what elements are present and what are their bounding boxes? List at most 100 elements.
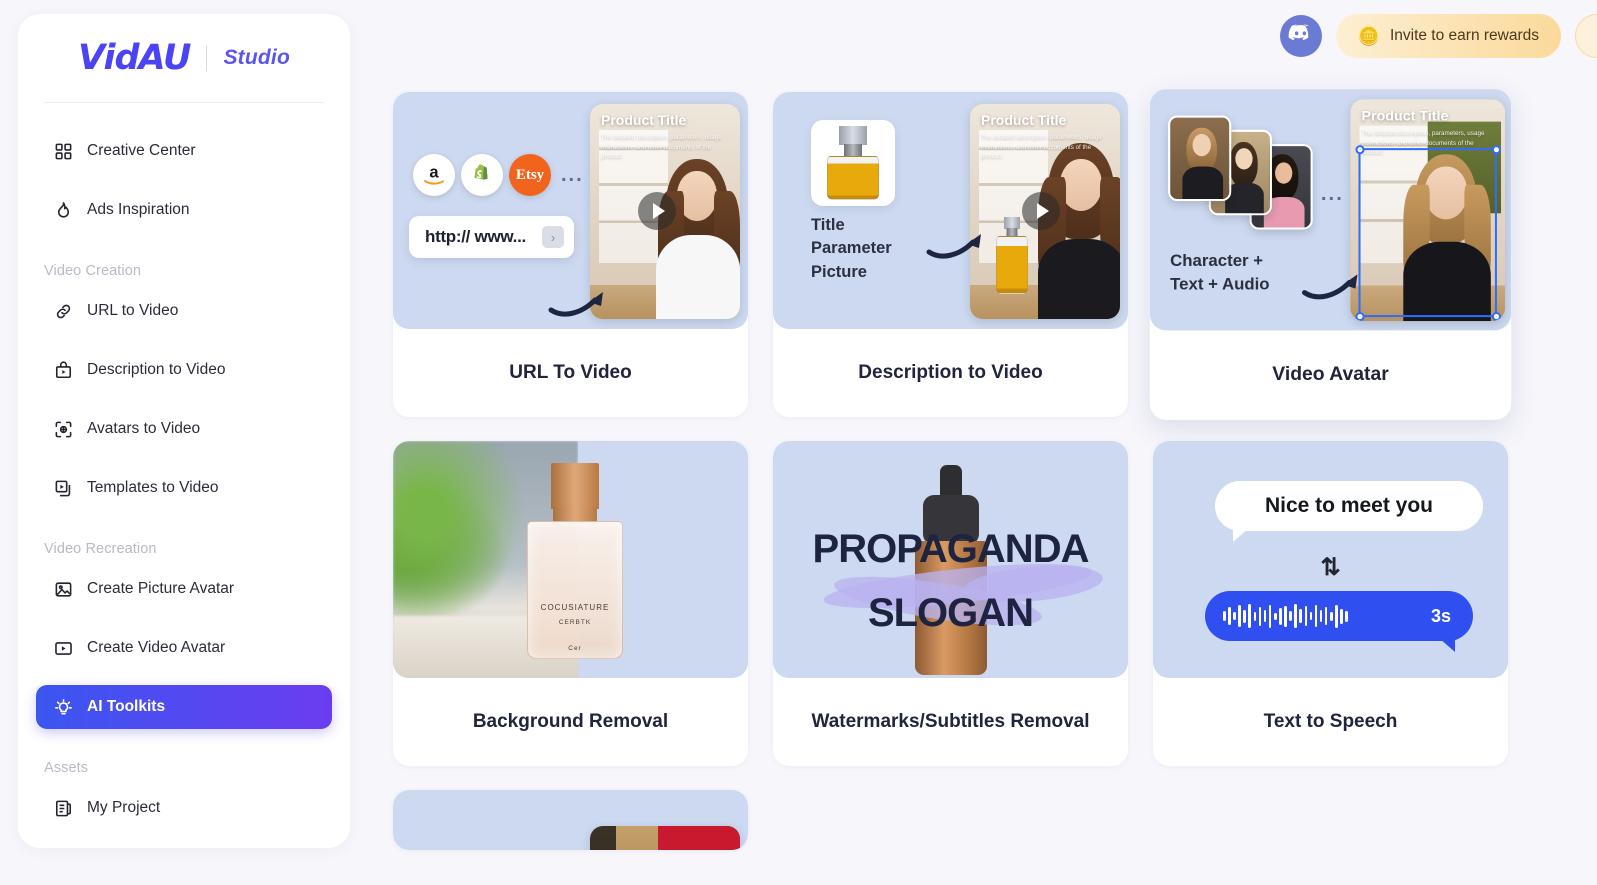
sidebar-item-create-video-avatar[interactable]: Create Video Avatar: [36, 626, 332, 670]
sidebar-item-templates-to-video[interactable]: Templates to Video: [36, 466, 332, 510]
card-text-to-speech[interactable]: Nice to meet you ⇅ 3s Text to Speech: [1153, 441, 1508, 766]
bag-play-icon: [54, 360, 73, 380]
card-thumbnail: Product Title The detailed description, …: [393, 92, 748, 329]
sidebar-item-create-picture-avatar[interactable]: Create Picture Avatar: [36, 567, 332, 611]
phone-product-title: Product Title: [601, 112, 687, 128]
sidebar-item-creative-center[interactable]: Creative Center: [36, 129, 332, 173]
discord-icon: [1288, 21, 1313, 51]
sidebar-item-label: Description to Video: [87, 361, 226, 378]
invite-rewards-button[interactable]: 🪙 Invite to earn rewards: [1335, 14, 1561, 58]
app-root: VidAU Studio Creative Center Ads Inspira…: [0, 0, 1597, 885]
thumbnail-caption: Title Parameter Picture: [811, 216, 892, 281]
amazon-logo: a: [413, 154, 455, 196]
card-title: Watermarks/Subtitles Removal: [811, 711, 1090, 732]
phone-mockup: Product Title The detailed description, …: [1350, 99, 1506, 322]
phone-product-desc: The detailed description, parameters, us…: [601, 134, 722, 160]
phone-text-overlay: Product Title The detailed description, …: [970, 104, 1120, 161]
card-thumbnail: COCUSIATURE CERBTK Cer: [393, 441, 748, 678]
card-title: Background Removal: [472, 711, 669, 732]
svg-text:a: a: [429, 163, 439, 181]
sidebar-nav: Creative Center Ads Inspiration Video Cr…: [18, 129, 350, 830]
brand-subtitle: Studio: [223, 46, 290, 69]
play-button-icon: [638, 192, 676, 230]
flame-icon: [54, 201, 73, 220]
marketplace-logos: a Etsy ...: [413, 154, 584, 196]
chevron-right-icon: ›: [542, 226, 564, 248]
card-title: URL To Video: [509, 362, 632, 383]
selection-box[interactable]: [1354, 144, 1501, 321]
card-watermarks-removal[interactable]: PROPAGANDA SLOGAN Watermarks/Subtitles R…: [773, 441, 1128, 766]
curved-arrow-icon: [926, 234, 981, 259]
shopify-logo: [461, 154, 503, 196]
sidebar-item-label: Ads Inspiration: [87, 201, 190, 218]
url-input-text: http:// www...: [425, 227, 526, 246]
sidebar-item-label: My Project: [87, 799, 161, 816]
bottle-brand-text: COCUSIATURE: [540, 603, 610, 612]
brand-divider: [206, 45, 208, 71]
resize-handle-bottom-right[interactable]: [1491, 311, 1501, 321]
video-icon: [54, 639, 73, 658]
sidebar-item-label: Templates to Video: [87, 479, 219, 496]
output-audio-bubble: 3s: [1205, 591, 1473, 652]
input-speech-bubble: Nice to meet you: [1215, 481, 1483, 542]
card-thumbnail: Product Title The detailed description, …: [773, 92, 1128, 329]
resize-handle-top-right[interactable]: [1491, 144, 1501, 154]
audio-duration-label: 3s: [1430, 605, 1451, 626]
sidebar-group-video-creation: Video Creation: [44, 263, 142, 279]
more-dots: ...: [561, 163, 584, 186]
card-url-to-video[interactable]: Product Title The detailed description, …: [393, 92, 748, 417]
speech-bubble-text: Nice to meet you: [1264, 494, 1434, 517]
card-description-to-video[interactable]: Product Title The detailed description, …: [773, 92, 1128, 417]
avatar-thumbnail: [1168, 115, 1232, 202]
user-avatar[interactable]: [1575, 14, 1597, 58]
image-icon: [54, 580, 73, 599]
convert-arrows-icon: ⇅: [1320, 554, 1341, 581]
person-figure: [650, 151, 740, 319]
card-thumbnail: Nice to meet you ⇅ 3s: [1153, 441, 1508, 678]
etsy-logo-text: Etsy: [515, 166, 545, 183]
card-title: Video Avatar: [1272, 363, 1389, 386]
grid-icon: [54, 142, 73, 161]
sidebar-divider: [44, 102, 324, 103]
waveform-icon: [1223, 603, 1348, 629]
red-hoodie: [658, 826, 740, 850]
product-image-tile: [811, 120, 895, 206]
discord-button[interactable]: [1279, 15, 1322, 57]
card-background-removal[interactable]: COCUSIATURE CERBTK Cer Background Remova…: [393, 441, 748, 766]
phone-product-title: Product Title: [981, 112, 1067, 128]
header-bar: 🪙 Invite to earn rewards: [1279, 0, 1597, 72]
sidebar-item-avatars-to-video[interactable]: Avatars to Video: [36, 407, 332, 451]
sidebar-item-label: URL to Video: [87, 302, 179, 319]
sidebar-item-description-to-video[interactable]: Description to Video: [36, 348, 332, 392]
brand-logo: VidAU: [78, 38, 191, 78]
brand[interactable]: VidAU Studio: [18, 14, 350, 102]
templates-icon: [54, 479, 73, 498]
coins-icon: 🪙: [1357, 26, 1380, 46]
sidebar-item-label: Create Video Avatar: [87, 639, 226, 656]
perfume-bottle: COCUSIATURE CERBTK Cer: [521, 463, 629, 659]
etsy-logo: Etsy: [509, 154, 551, 196]
card-partial-next-row[interactable]: [393, 790, 748, 850]
face-scan-icon: [54, 420, 73, 439]
sidebar-item-ai-toolkits[interactable]: AI Toolkits: [36, 685, 332, 729]
resize-handle-bottom-left[interactable]: [1354, 311, 1365, 321]
sidebar-item-ads-inspiration[interactable]: Ads Inspiration: [36, 188, 332, 232]
curved-arrow-icon: [548, 292, 603, 317]
bottle-sub-text-2: Cer: [568, 645, 582, 652]
resize-handle-top-left[interactable]: [1354, 144, 1365, 154]
phone-product-title: Product Title: [1361, 107, 1449, 124]
sidebar-item-my-project[interactable]: My Project: [36, 786, 332, 830]
perfume-bottle: [822, 126, 884, 200]
url-input-mock[interactable]: http:// www... ›: [409, 216, 574, 258]
invite-rewards-label: Invite to earn rewards: [1389, 27, 1539, 44]
watermark-text-2: SLOGAN: [867, 591, 1034, 635]
card-video-avatar[interactable]: Product Title The detailed description, …: [1149, 89, 1512, 420]
sidebar-item-url-to-video[interactable]: URL to Video: [36, 289, 332, 333]
phone-mockup: [590, 826, 740, 850]
card-thumbnail: Product Title The detailed description, …: [1149, 89, 1512, 331]
sidebar-group-assets: Assets: [44, 760, 89, 776]
card-title: Description to Video: [858, 362, 1043, 383]
thumbnail-caption: Character + Text + Audio: [1170, 251, 1270, 295]
phone-text-overlay: Product Title The detailed description, …: [590, 104, 740, 161]
lightbulb-icon: [54, 698, 73, 717]
